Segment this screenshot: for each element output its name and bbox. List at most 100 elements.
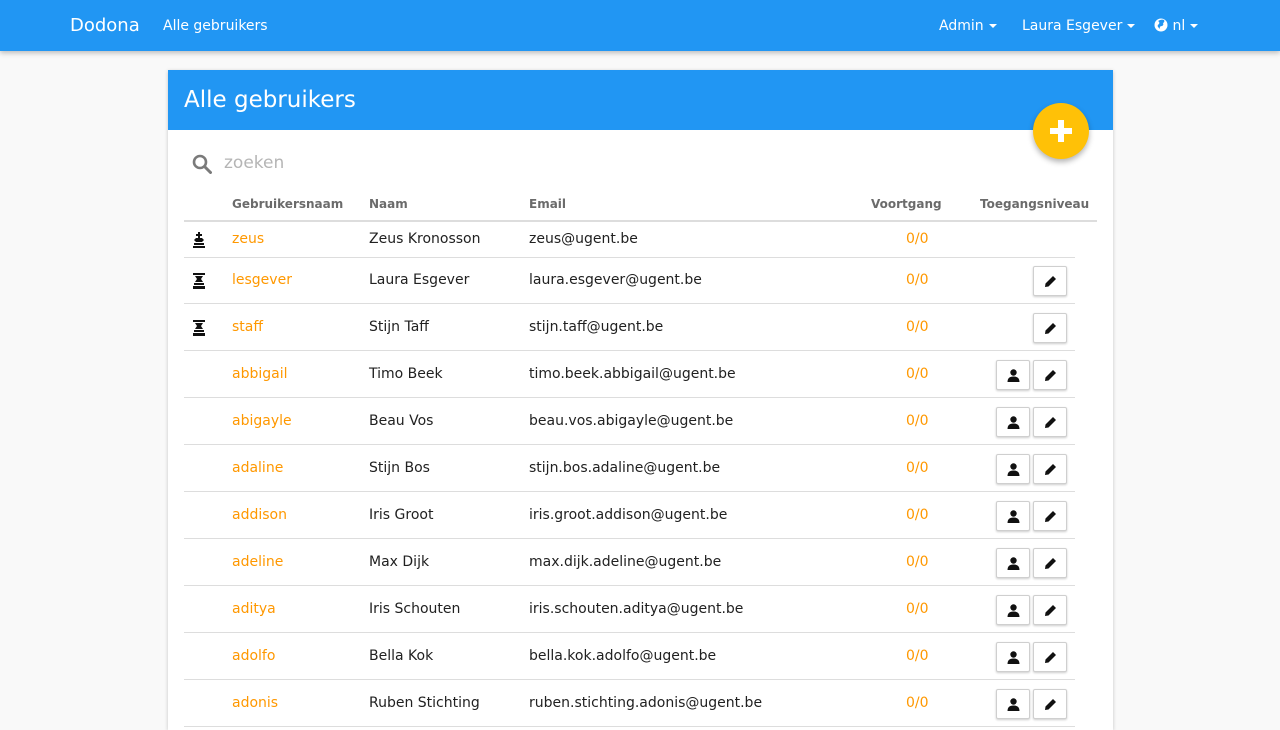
user-email: timo.beek.abbigail@ugent.be — [529, 366, 736, 382]
chevron-down-icon — [1127, 24, 1136, 28]
language-menu[interactable]: nl — [1154, 18, 1199, 34]
username-link[interactable]: lesgever — [232, 272, 292, 288]
user-full-name: Beau Vos — [369, 413, 434, 429]
table-row: staff Stijn Taff stijn.taff@ugent.be 0/0 — [184, 304, 1075, 351]
user-progress: 0/0 — [906, 507, 929, 523]
user-progress: 0/0 — [906, 648, 929, 664]
user-full-name: Bella Kok — [369, 648, 434, 664]
user-full-name: Stijn Bos — [369, 460, 430, 476]
edit-user-button[interactable] — [1033, 407, 1067, 437]
table-row: adeline Max Dijk max.dijk.adeline@ugent.be… — [184, 539, 1075, 586]
user-full-name: Iris Groot — [369, 507, 434, 523]
impersonate-button[interactable] — [996, 642, 1030, 672]
person-icon — [1007, 510, 1020, 523]
username-link[interactable]: staff — [232, 319, 263, 335]
user-full-name: Stijn Taff — [369, 319, 429, 335]
pencil-icon — [1045, 699, 1056, 710]
pencil-icon — [1045, 370, 1056, 381]
pencil-icon — [1045, 276, 1056, 287]
edit-user-button[interactable] — [1033, 266, 1067, 296]
table-row: abbigail Timo Beek timo.beek.abbigail@ugen… — [184, 351, 1075, 398]
user-progress: 0/0 — [906, 695, 929, 711]
language-menu-label: nl — [1172, 18, 1186, 34]
edit-user-button[interactable] — [1033, 454, 1067, 484]
edit-user-button[interactable] — [1033, 689, 1067, 719]
table-row: addison Iris Groot iris.groot.addison@ugen… — [184, 492, 1075, 539]
user-email: stijn.taff@ugent.be — [529, 319, 664, 335]
person-icon — [1007, 416, 1020, 429]
add-user-button[interactable] — [1033, 103, 1089, 159]
queen-icon — [192, 320, 206, 336]
column-header-username[interactable]: Gebruikersnaam — [232, 197, 343, 211]
user-email: laura.esgever@ugent.be — [529, 272, 702, 288]
impersonate-button[interactable] — [996, 454, 1030, 484]
username-link[interactable]: addison — [232, 507, 287, 523]
chevron-down-icon — [988, 24, 997, 28]
user-progress: 0/0 — [906, 554, 929, 570]
pencil-icon — [1045, 558, 1056, 569]
brand-logo[interactable]: Dodona — [70, 15, 140, 36]
pencil-icon — [1045, 605, 1056, 616]
globe-icon — [1154, 18, 1168, 32]
impersonate-button[interactable] — [996, 407, 1030, 437]
user-progress: 0/0 — [906, 601, 929, 617]
username-link[interactable]: adaline — [232, 460, 283, 476]
column-header-email[interactable]: Email — [529, 197, 566, 211]
username-link[interactable]: zeus — [232, 231, 264, 247]
user-email: bella.kok.adolfo@ugent.be — [529, 648, 717, 664]
search-input[interactable] — [224, 148, 1024, 178]
user-full-name: Zeus Kronosson — [369, 231, 481, 247]
impersonate-button[interactable] — [996, 360, 1030, 390]
table-row: adaline Stijn Bos stijn.bos.adaline@ugent.… — [184, 445, 1075, 492]
edit-user-button[interactable] — [1033, 642, 1067, 672]
username-link[interactable]: adolfo — [232, 648, 275, 664]
user-progress: 0/0 — [906, 231, 929, 247]
impersonate-button[interactable] — [996, 501, 1030, 531]
edit-user-button[interactable] — [1033, 313, 1067, 343]
username-link[interactable]: adonis — [232, 695, 278, 711]
username-link[interactable]: aditya — [232, 601, 276, 617]
pencil-icon — [1045, 417, 1056, 428]
table-row: aditya Iris Schouten iris.schouten.aditya@… — [184, 586, 1075, 633]
user-email: ruben.stichting.adonis@ugent.be — [529, 695, 763, 711]
user-full-name: Laura Esgever — [369, 272, 470, 288]
column-header-name[interactable]: Naam — [369, 197, 408, 211]
impersonate-button[interactable] — [996, 689, 1030, 719]
user-menu[interactable]: Laura Esgever — [1022, 18, 1136, 34]
person-icon — [1007, 463, 1020, 476]
pencil-icon — [1045, 652, 1056, 663]
column-header-access: Toegangsniveau — [980, 197, 1090, 211]
user-progress: 0/0 — [906, 460, 929, 476]
card-header: Alle gebruikers — [168, 70, 1113, 130]
edit-user-button[interactable] — [1033, 548, 1067, 578]
table-row: lesgever Laura Esgever laura.esgever@ugent… — [184, 257, 1075, 304]
nav-all-users-link[interactable]: Alle gebruikers — [163, 18, 268, 34]
user-email: max.dijk.adeline@ugent.be — [529, 554, 722, 570]
user-full-name: Ruben Stichting — [369, 695, 480, 711]
user-progress: 0/0 — [906, 366, 929, 382]
user-full-name: Iris Schouten — [369, 601, 461, 617]
edit-user-button[interactable] — [1033, 360, 1067, 390]
username-link[interactable]: adeline — [232, 554, 283, 570]
edit-user-button[interactable] — [1033, 595, 1067, 625]
table-row: abigayle Beau Vos beau.vos.abigayle@ugent.… — [184, 398, 1075, 445]
king-icon — [192, 232, 206, 248]
user-progress: 0/0 — [906, 272, 929, 288]
admin-menu[interactable]: Admin — [939, 18, 997, 34]
person-icon — [1007, 557, 1020, 570]
user-full-name: Max Dijk — [369, 554, 430, 570]
impersonate-button[interactable] — [996, 595, 1030, 625]
user-email: beau.vos.abigayle@ugent.be — [529, 413, 734, 429]
user-full-name: Timo Beek — [369, 366, 443, 382]
impersonate-button[interactable] — [996, 548, 1030, 578]
chevron-down-icon — [1190, 24, 1199, 28]
edit-user-button[interactable] — [1033, 501, 1067, 531]
username-link[interactable]: abbigail — [232, 366, 288, 382]
column-header-progress: Voortgang — [871, 197, 942, 211]
users-card: Alle gebruikers Gebruikersnaam Naam Emai… — [168, 70, 1113, 730]
person-icon — [1007, 369, 1020, 382]
admin-menu-label: Admin — [939, 18, 984, 34]
user-email: zeus@ugent.be — [529, 231, 638, 247]
table-row: adolfo Bella Kok bella.kok.adolfo@ugent.be… — [184, 633, 1075, 680]
username-link[interactable]: abigayle — [232, 413, 292, 429]
